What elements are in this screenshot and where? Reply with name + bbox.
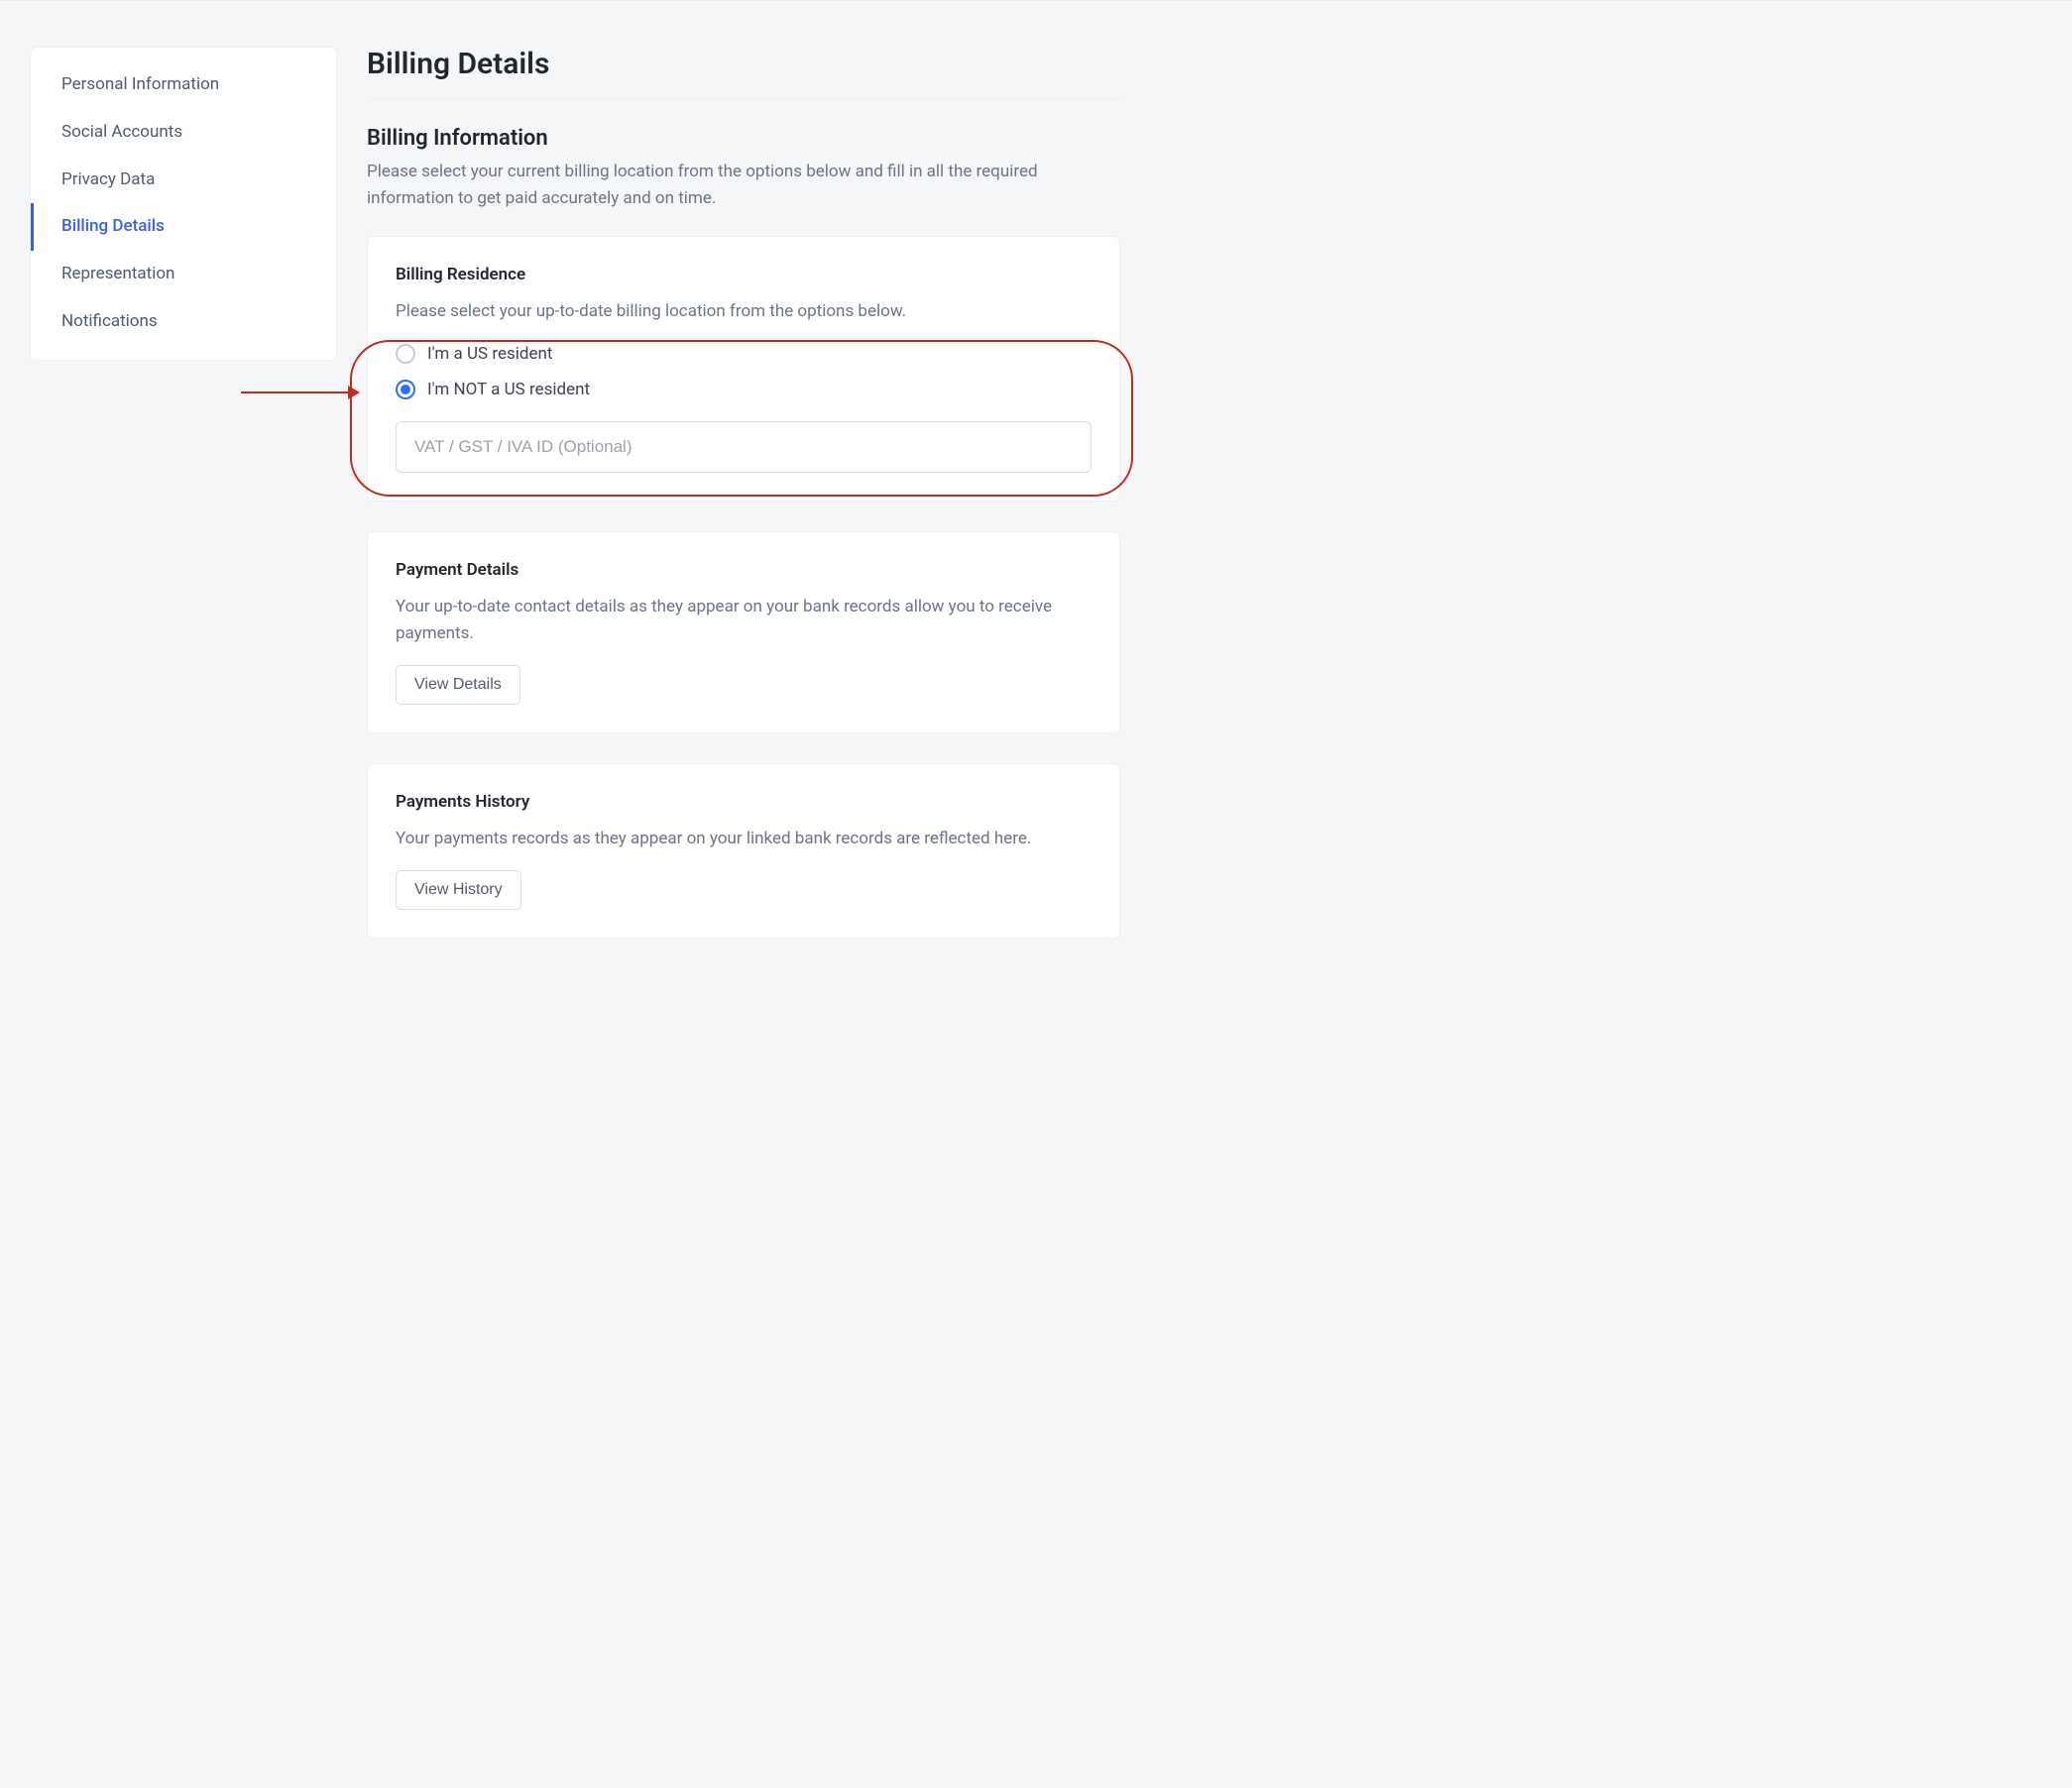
sidebar-item-social-accounts[interactable]: Social Accounts xyxy=(31,109,336,157)
sidebar-item-privacy-data[interactable]: Privacy Data xyxy=(31,157,336,204)
radio-icon xyxy=(396,344,415,364)
residence-option-non-us[interactable]: I'm NOT a US resident xyxy=(396,380,1092,399)
annotation-highlight-box xyxy=(350,340,1133,496)
settings-sidebar: Personal Information Social Accounts Pri… xyxy=(30,47,337,361)
sidebar-item-billing-details[interactable]: Billing Details xyxy=(31,203,336,251)
payment-details-card: Payment Details Your up-to-date contact … xyxy=(367,531,1120,733)
payment-details-title: Payment Details xyxy=(396,560,1092,580)
sidebar-item-label: Privacy Data xyxy=(61,169,155,189)
payments-history-card: Payments History Your payments records a… xyxy=(367,763,1120,939)
view-history-button[interactable]: View History xyxy=(396,870,521,910)
sidebar-item-personal-information[interactable]: Personal Information xyxy=(31,61,336,109)
page-title: Billing Details xyxy=(367,47,1120,81)
residence-option-label: I'm a US resident xyxy=(427,344,552,364)
billing-residence-desc: Please select your up-to-date billing lo… xyxy=(396,298,1092,325)
billing-info-desc: Please select your current billing locat… xyxy=(367,159,1120,212)
radio-icon xyxy=(396,380,415,399)
annotation-arrow-icon xyxy=(241,391,360,393)
vat-id-input[interactable] xyxy=(396,421,1092,473)
main-content: Billing Details Billing Information Plea… xyxy=(367,47,1120,968)
divider xyxy=(367,99,1120,100)
sidebar-item-label: Personal Information xyxy=(61,74,219,94)
view-details-button[interactable]: View Details xyxy=(396,665,520,705)
sidebar-item-notifications[interactable]: Notifications xyxy=(31,298,336,346)
residence-option-label: I'm NOT a US resident xyxy=(427,380,590,399)
residence-option-us[interactable]: I'm a US resident xyxy=(396,344,1092,364)
payment-details-desc: Your up-to-date contact details as they … xyxy=(396,594,1092,647)
billing-residence-card: Billing Residence Please select your up-… xyxy=(367,236,1120,501)
sidebar-item-label: Social Accounts xyxy=(61,122,182,142)
billing-residence-title: Billing Residence xyxy=(396,265,1092,284)
sidebar-item-label: Notifications xyxy=(61,311,158,331)
settings-page: Personal Information Social Accounts Pri… xyxy=(0,1,1150,1028)
sidebar-item-representation[interactable]: Representation xyxy=(31,251,336,298)
billing-info-title: Billing Information xyxy=(367,126,1120,151)
payments-history-title: Payments History xyxy=(396,792,1092,812)
sidebar-item-label: Representation xyxy=(61,264,174,283)
payments-history-desc: Your payments records as they appear on … xyxy=(396,826,1092,852)
sidebar-item-label: Billing Details xyxy=(61,216,165,236)
